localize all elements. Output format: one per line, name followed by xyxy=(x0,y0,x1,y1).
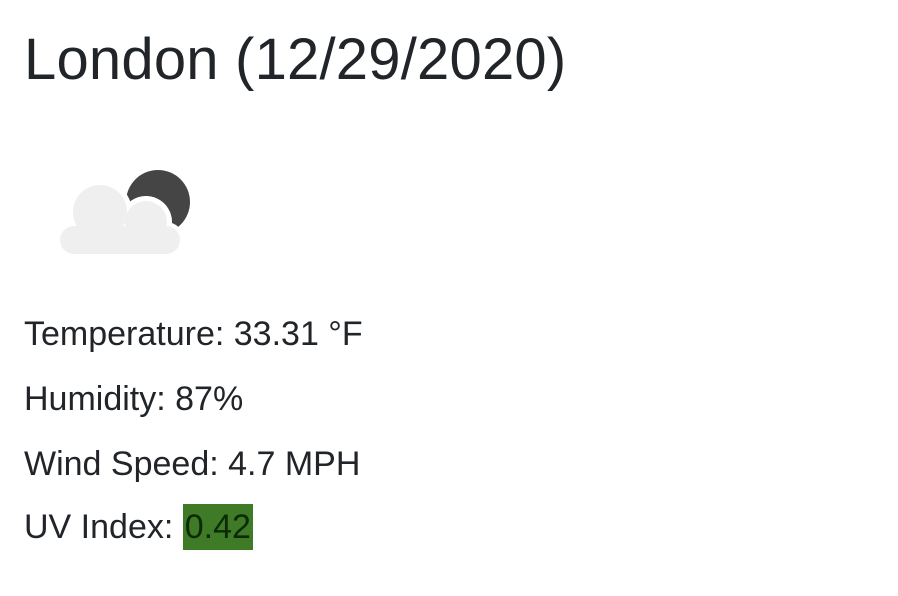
temperature-row: Temperature: 33.31 °F xyxy=(24,312,363,356)
uv-index-label: UV Index: xyxy=(24,508,183,546)
wind-speed-row: Wind Speed: 4.7 MPH xyxy=(24,442,360,486)
temperature-value: 33.31 °F xyxy=(233,315,363,353)
humidity-value: 87% xyxy=(175,380,244,418)
uv-index-row: UV Index: 0.42 xyxy=(24,504,253,550)
humidity-label: Humidity: xyxy=(24,380,176,418)
wind-speed-label: Wind Speed: xyxy=(24,445,229,483)
temperature-label: Temperature: xyxy=(24,315,234,353)
cloud-moon-icon xyxy=(56,170,190,258)
wind-speed-value: 4.7 MPH xyxy=(228,445,361,483)
humidity-row: Humidity: 87% xyxy=(24,377,243,421)
uv-index-badge: 0.42 xyxy=(182,504,253,550)
city-date-title: London (12/29/2020) xyxy=(24,27,567,92)
